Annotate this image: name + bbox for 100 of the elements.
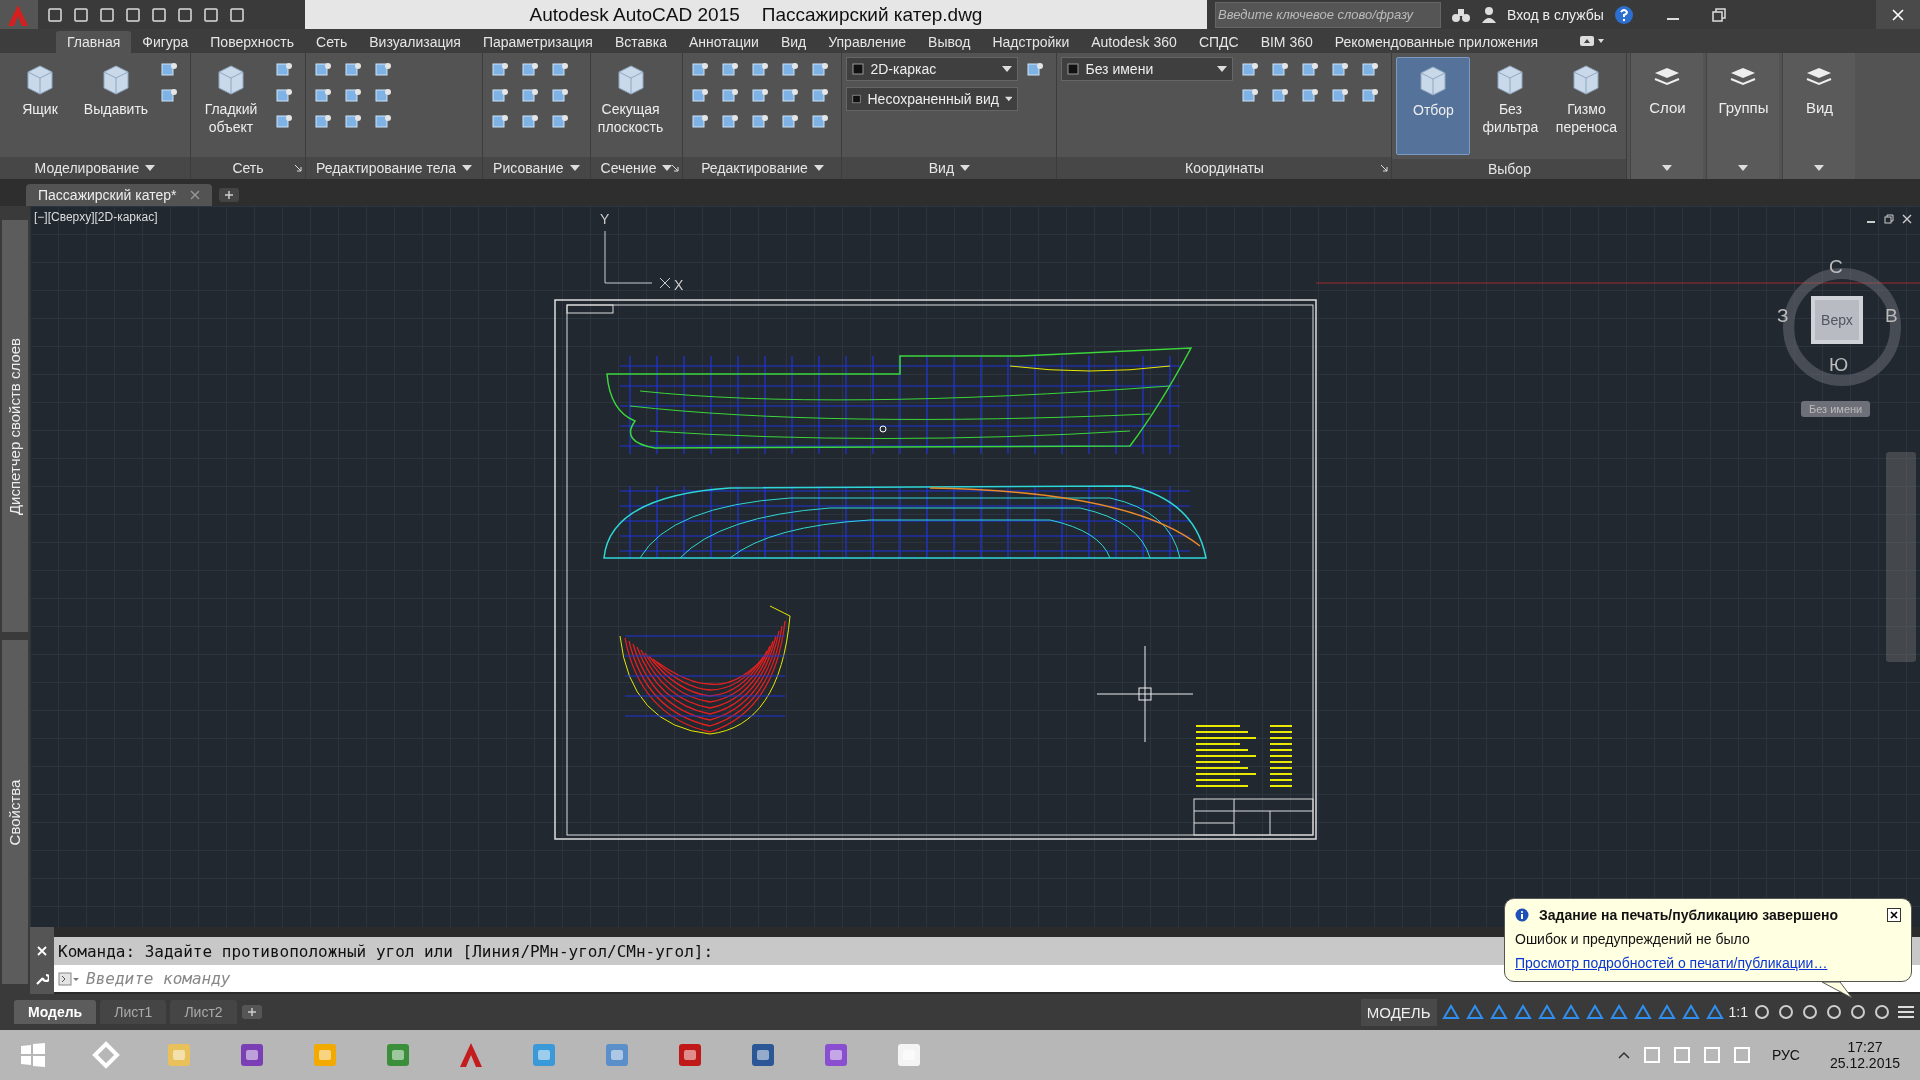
status-icon[interactable]	[1440, 1002, 1461, 1022]
status-icon[interactable]	[1680, 1002, 1701, 1022]
view-dropdown[interactable]: Без имени	[1061, 57, 1234, 81]
panel-title: Редактирование тела	[316, 160, 457, 176]
view-dropdown[interactable]: Несохраненный вид	[846, 87, 1019, 111]
caret-icon[interactable]	[960, 165, 971, 171]
status-icon[interactable]	[1656, 1002, 1677, 1022]
help-icon[interactable]	[1613, 4, 1634, 25]
toolbar-icon[interactable]	[176, 5, 194, 24]
status-icon[interactable]	[1776, 1002, 1796, 1022]
scale-button[interactable]: 1:1	[1728, 1004, 1748, 1020]
restore-icon[interactable]	[1711, 7, 1726, 22]
ribbon-tab[interactable]: Параметризация	[471, 31, 604, 53]
caret-icon	[1738, 165, 1749, 171]
file-name: Пассажирский катер.dwg	[761, 3, 983, 26]
ribbon-button[interactable]: Выдавить	[80, 57, 152, 153]
status-icon[interactable]	[1800, 1002, 1820, 1022]
window-title: Autodesk AutoCAD 2015	[529, 3, 740, 26]
caret-icon[interactable]	[813, 165, 824, 171]
restore-icon[interactable]	[1884, 214, 1894, 224]
caret-icon[interactable]	[662, 165, 673, 171]
launcher-icon[interactable]	[294, 164, 302, 172]
language-indicator[interactable]: РУС	[1771, 1047, 1800, 1063]
document-tab[interactable]: Пассажирский катер*	[26, 184, 213, 206]
viewcube-face[interactable]: Верх	[1811, 296, 1863, 344]
status-icon[interactable]	[1464, 1002, 1485, 1022]
layout-tab[interactable]: Модель	[14, 1000, 97, 1024]
toolbar-icon[interactable]	[46, 5, 64, 24]
viewport-controls[interactable]: [−][Сверху][2D-каркас]	[34, 210, 158, 224]
toolbar-icon[interactable]	[72, 5, 90, 24]
search-field[interactable]: Введите ключевое слово/фразу	[1215, 1, 1441, 28]
status-icon[interactable]	[1632, 1002, 1653, 1022]
toolbar-icon[interactable]	[228, 5, 246, 24]
ribbon-button[interactable]: Отбор	[1396, 57, 1471, 155]
ribbon-button[interactable]: Секущая плоскость	[594, 57, 667, 153]
status-icon[interactable]	[1560, 1002, 1581, 1022]
status-icon[interactable]	[1752, 1002, 1772, 1022]
caret-icon[interactable]	[462, 165, 473, 171]
ribbon-panel[interactable]: Вид	[1782, 53, 1856, 179]
notification-title: Задание на печать/публикацию завершено	[1539, 907, 1838, 923]
status-icon[interactable]	[1848, 1002, 1868, 1022]
ribbon-tab[interactable]: Вид	[769, 31, 818, 53]
ribbon-panel[interactable]: Слои	[1630, 53, 1704, 179]
ribbon-button[interactable]: Без фильтра	[1474, 57, 1547, 153]
caret-icon	[1004, 96, 1013, 102]
palette-tab[interactable]: Свойства	[2, 640, 28, 984]
status-icon[interactable]	[1824, 1002, 1844, 1022]
clock-date[interactable]: 25.12.2015	[1829, 1055, 1900, 1071]
status-icon[interactable]	[1704, 1002, 1725, 1022]
status-icon[interactable]	[1512, 1002, 1533, 1022]
toolbar-icon[interactable]	[202, 5, 220, 24]
ribbon-tab[interactable]: СПДС	[1187, 31, 1250, 53]
palette-tab[interactable]: Диспетчер свойств слоев	[2, 220, 28, 633]
wrench-icon[interactable]	[35, 972, 49, 987]
sign-in-link[interactable]: Вход в службы	[1507, 6, 1604, 23]
ribbon-button[interactable]: Гладкий объект	[195, 57, 267, 153]
ribbon-tab[interactable]: Autodesk 360	[1080, 31, 1188, 53]
caret-icon[interactable]	[145, 165, 156, 171]
ribbon-panel[interactable]: Группы	[1706, 53, 1780, 179]
status-icon[interactable]	[1536, 1002, 1557, 1022]
ribbon-tab[interactable]: Сеть	[305, 31, 359, 53]
status-icon[interactable]	[1608, 1002, 1629, 1022]
add-icon[interactable]	[240, 1003, 263, 1021]
view-dropdown[interactable]: 2D-каркас	[846, 57, 1019, 81]
ribbon-button[interactable]: Ящик	[4, 57, 76, 153]
close-icon[interactable]	[1887, 908, 1901, 922]
add-icon[interactable]	[218, 187, 241, 203]
launcher-icon[interactable]	[671, 164, 680, 172]
axis-label: X	[674, 277, 684, 293]
ribbon-tab[interactable]: Аннотации	[677, 31, 770, 53]
caret-icon[interactable]	[569, 165, 580, 171]
layout-tab[interactable]: Лист2	[170, 1000, 237, 1024]
close-button[interactable]	[1876, 0, 1920, 29]
status-icon[interactable]	[1488, 1002, 1509, 1022]
ribbon-tab[interactable]: Рекомендованные приложения	[1323, 31, 1550, 53]
model-space-button[interactable]: МОДЕЛЬ	[1360, 998, 1437, 1026]
launcher-icon[interactable]	[1380, 164, 1389, 172]
ribbon-tab[interactable]: Главная	[56, 31, 132, 53]
ribbon-tab[interactable]: Управление	[817, 31, 918, 53]
ribbon-tab[interactable]: Вставка	[603, 31, 678, 53]
ribbon-tab[interactable]: Надстройки	[981, 31, 1081, 53]
ribbon-tab[interactable]: Визуализация	[358, 31, 472, 53]
ribbon-tab[interactable]: Поверхность	[199, 31, 306, 53]
ribbon-tab[interactable]: Вывод	[917, 31, 982, 53]
ribbon-button[interactable]: Гизмо переноса	[1550, 57, 1623, 153]
ribbon-minimize-icon[interactable]	[1579, 35, 1606, 47]
status-icon[interactable]	[1584, 1002, 1605, 1022]
toolbar-icon[interactable]	[150, 5, 168, 24]
toolbar-icon[interactable]	[124, 5, 142, 24]
prompt-icon[interactable]	[58, 971, 80, 986]
compass-label: В	[1885, 305, 1898, 327]
panel-title: Вид	[928, 160, 955, 176]
layout-tab[interactable]: Лист1	[100, 1000, 167, 1024]
ribbon-tab[interactable]: BIM 360	[1249, 31, 1324, 53]
ribbon-tab[interactable]: Фигура	[131, 31, 200, 53]
clock-time[interactable]: 17:27	[1847, 1039, 1883, 1055]
close-icon[interactable]	[36, 944, 48, 957]
status-icon[interactable]	[1872, 1002, 1892, 1022]
toolbar-icon[interactable]	[98, 5, 116, 24]
panel-title: Выбор	[1487, 161, 1531, 177]
